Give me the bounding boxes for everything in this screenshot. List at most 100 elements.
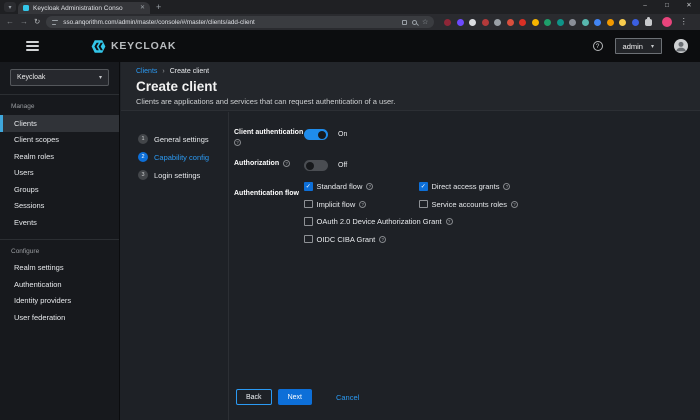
help-icon[interactable]: ? bbox=[592, 41, 603, 51]
forward-icon[interactable]: → bbox=[20, 18, 28, 26]
new-tab-button[interactable]: + bbox=[156, 2, 161, 12]
checkbox-box[interactable]: ✓ bbox=[304, 182, 313, 191]
sidebar-item-users[interactable]: Users bbox=[0, 165, 119, 182]
search-lens-icon[interactable] bbox=[412, 19, 418, 25]
sidebar-item-realm-roles[interactable]: Realm roles bbox=[0, 148, 119, 165]
extension-icon[interactable] bbox=[569, 18, 577, 26]
extension-icon[interactable] bbox=[619, 18, 627, 26]
sidebar-item-user-federation[interactable]: User federation bbox=[0, 309, 119, 326]
step-login-settings[interactable]: 3 Login settings bbox=[138, 170, 228, 180]
tab-close-icon[interactable]: ✕ bbox=[140, 5, 145, 11]
help-icon[interactable]: ? bbox=[503, 183, 511, 190]
checkbox-box[interactable]: ✓ bbox=[304, 199, 313, 209]
help-icon[interactable]: ? bbox=[359, 200, 367, 208]
cancel-link[interactable]: Cancel bbox=[336, 393, 359, 402]
back-button[interactable]: Back bbox=[236, 389, 272, 405]
extension-icon[interactable] bbox=[456, 18, 464, 26]
checkbox-label: OIDC CIBA Grant bbox=[316, 234, 376, 244]
step-general-settings[interactable]: 1 General settings bbox=[138, 134, 228, 144]
extension-icon[interactable] bbox=[594, 18, 602, 26]
extension-icon[interactable] bbox=[556, 18, 564, 26]
checkbox-oauth-device-grant[interactable]: ✓ OAuth 2.0 Device Authorization Grant ? bbox=[304, 217, 518, 226]
back-icon[interactable]: ← bbox=[6, 18, 14, 26]
checkbox-box[interactable]: ✓ bbox=[304, 217, 313, 226]
extension-icon[interactable] bbox=[519, 18, 527, 26]
help-icon[interactable]: ? bbox=[510, 200, 518, 208]
checkbox-box[interactable]: ✓ bbox=[304, 234, 313, 244]
checkbox-standard-flow[interactable]: ✓ Standard flow ? bbox=[304, 182, 419, 191]
step-capability-config[interactable]: 2 Capability config bbox=[138, 152, 228, 162]
extension-icon[interactable] bbox=[606, 18, 614, 26]
checkbox-label: Direct access grants bbox=[431, 182, 500, 191]
help-icon[interactable]: ? bbox=[234, 139, 241, 146]
browser-menu-icon[interactable]: ⋮ bbox=[680, 18, 688, 26]
tab-title: Keycloak Administration Conso bbox=[33, 4, 123, 12]
extension-icon[interactable] bbox=[481, 18, 489, 26]
sidebar-item-clients[interactable]: Clients bbox=[0, 115, 119, 132]
sidebar-item-groups[interactable]: Groups bbox=[0, 181, 119, 198]
help-icon[interactable]: ? bbox=[379, 235, 387, 243]
extension-icon[interactable] bbox=[444, 18, 452, 26]
nav-toggle-icon[interactable] bbox=[26, 41, 39, 51]
step-label: Capability config bbox=[154, 152, 210, 162]
sidebar-item-authentication[interactable]: Authentication bbox=[0, 276, 119, 293]
site-settings-icon[interactable] bbox=[52, 19, 59, 25]
reload-icon[interactable]: ↻ bbox=[34, 18, 40, 26]
checkbox-implicit-flow[interactable]: ✓ Implicit flow ? bbox=[304, 200, 419, 209]
authorization-toggle[interactable] bbox=[304, 160, 328, 171]
extension-icon[interactable] bbox=[506, 18, 514, 26]
sidebar-item-realm-settings[interactable]: Realm settings bbox=[0, 260, 119, 277]
keycloak-logo-icon bbox=[91, 39, 106, 53]
authorization-row: Authorization ? Off bbox=[234, 160, 700, 171]
user-dropdown[interactable]: admin ▾ bbox=[614, 38, 662, 54]
username-label: admin bbox=[622, 41, 643, 51]
extension-icon[interactable] bbox=[544, 18, 552, 26]
url-text[interactable]: sso.anqorithm.com/admin/master/console/#… bbox=[63, 19, 397, 26]
tab-search-button[interactable]: ▾ bbox=[4, 2, 16, 12]
checkbox-oidc-ciba-grant[interactable]: ✓ OIDC CIBA Grant ? bbox=[304, 235, 518, 244]
window-close-button[interactable]: ✕ bbox=[678, 0, 700, 12]
client-authentication-toggle[interactable] bbox=[304, 129, 328, 140]
tab-strip: ▾ Keycloak Administration Conso ✕ + – □ … bbox=[0, 0, 700, 14]
extension-icon[interactable] bbox=[494, 18, 502, 26]
translate-icon[interactable] bbox=[402, 19, 408, 25]
sidebar-item-client-scopes[interactable]: Client scopes bbox=[0, 132, 119, 149]
checkbox-box[interactable]: ✓ bbox=[419, 199, 428, 209]
sidebar-item-events[interactable]: Events bbox=[0, 214, 119, 231]
extension-icon[interactable] bbox=[531, 18, 539, 26]
checkbox-direct-access-grants[interactable]: ✓ Direct access grants ? bbox=[419, 182, 518, 191]
extension-icons[interactable] bbox=[444, 18, 639, 26]
minimize-button[interactable]: – bbox=[634, 0, 656, 12]
bookmark-star-icon[interactable]: ☆ bbox=[422, 19, 428, 26]
step-number: 3 bbox=[138, 170, 148, 180]
extension-icon[interactable] bbox=[581, 18, 589, 26]
checkbox-service-accounts-roles[interactable]: ✓ Service accounts roles ? bbox=[419, 200, 518, 209]
help-icon[interactable]: ? bbox=[366, 183, 374, 190]
browser-tab[interactable]: Keycloak Administration Conso ✕ bbox=[18, 2, 150, 14]
realm-selector[interactable]: Keycloak ▾ bbox=[10, 69, 109, 86]
extension-icon[interactable] bbox=[631, 18, 639, 26]
maximize-button[interactable]: □ bbox=[656, 0, 678, 12]
sidebar-item-identity-providers[interactable]: Identity providers bbox=[0, 293, 119, 310]
page-title: Create client bbox=[136, 79, 218, 94]
client-authentication-label: Client authentication bbox=[234, 129, 304, 136]
address-bar[interactable]: sso.anqorithm.com/admin/master/console/#… bbox=[46, 16, 435, 28]
page-header: Clients › Create client Create client Cl… bbox=[121, 62, 700, 111]
checkbox-label: OAuth 2.0 Device Authorization Grant bbox=[316, 217, 442, 226]
checkbox-label: Service accounts roles bbox=[431, 199, 507, 209]
extension-icon[interactable] bbox=[469, 18, 477, 26]
user-avatar[interactable] bbox=[674, 39, 688, 53]
checkbox-box[interactable]: ✓ bbox=[419, 182, 428, 191]
sidebar-item-sessions[interactable]: Sessions bbox=[0, 198, 119, 215]
help-icon[interactable]: ? bbox=[445, 218, 453, 225]
toggle-knob bbox=[318, 130, 326, 139]
browser-profile-avatar[interactable] bbox=[661, 17, 672, 27]
main-content: Clients › Create client Create client Cl… bbox=[121, 62, 700, 420]
window-controls: – □ ✕ bbox=[634, 0, 700, 14]
next-button[interactable]: Next bbox=[277, 389, 312, 405]
step-number: 1 bbox=[138, 134, 148, 144]
breadcrumb-clients-link[interactable]: Clients bbox=[136, 68, 157, 75]
authorization-label: Authorization bbox=[234, 160, 280, 167]
help-icon[interactable]: ? bbox=[283, 160, 291, 167]
extensions-puzzle-icon[interactable] bbox=[644, 16, 652, 26]
